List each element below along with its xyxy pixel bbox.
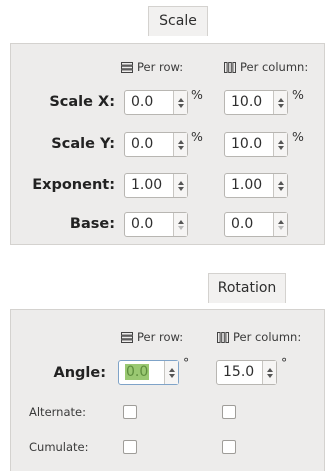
increment-icon[interactable] [177, 139, 184, 144]
rotation-per-column-header: Per column: [217, 330, 301, 344]
scale-x-per-column-unit: % [292, 87, 304, 102]
angle-per-row-value[interactable]: 0.0 [119, 361, 164, 384]
scale-x-per-row-spinbox[interactable]: 0.0 [124, 90, 188, 115]
scale-x-per-row-value[interactable]: 0.0 [125, 91, 173, 114]
increment-icon[interactable] [277, 97, 284, 102]
rotation-panel: Per row: Per column: Angle: 0.0 ° 15.0 °… [10, 309, 325, 471]
scale-y-per-row-unit: % [191, 129, 203, 144]
angle-per-column-spinbox[interactable]: 15.0 [216, 360, 277, 385]
spin-buttons[interactable] [164, 361, 178, 384]
increment-icon[interactable] [277, 139, 284, 144]
tab-scale-label: Scale [159, 13, 197, 29]
spin-buttons[interactable] [262, 361, 276, 384]
scale-y-per-row-spinbox[interactable]: 0.0 [124, 132, 188, 157]
per-column-label: Per column: [233, 330, 302, 344]
spin-buttons[interactable] [273, 213, 287, 236]
scale-x-per-column-value[interactable]: 10.0 [225, 91, 273, 114]
scale-y-per-column-unit: % [292, 129, 304, 144]
scale-y-per-row-value[interactable]: 0.0 [125, 133, 173, 156]
spin-buttons[interactable] [273, 174, 287, 197]
scale-y-label: Scale Y: [51, 136, 115, 152]
spin-buttons[interactable] [173, 174, 187, 197]
scale-per-column-header: Per column: [224, 60, 308, 74]
increment-icon[interactable] [177, 219, 184, 224]
angle-per-row-selected-text[interactable]: 0.0 [125, 364, 150, 380]
increment-icon[interactable] [277, 180, 284, 185]
increment-icon[interactable] [177, 180, 184, 185]
decrement-icon[interactable] [177, 145, 184, 150]
rotation-per-row-header: Per row: [121, 330, 183, 344]
decrement-icon[interactable] [277, 145, 284, 150]
scale-x-label: Scale X: [49, 94, 115, 110]
decrement-icon[interactable] [277, 186, 284, 191]
per-row-label: Per row: [137, 60, 184, 74]
decrement-icon[interactable] [266, 373, 273, 378]
exponent-label: Exponent: [32, 177, 115, 193]
rows-icon [121, 61, 133, 73]
decrement-icon[interactable] [277, 225, 284, 230]
per-column-label: Per column: [240, 60, 309, 74]
scale-x-per-column-spinbox[interactable]: 10.0 [224, 90, 288, 115]
spin-buttons[interactable] [173, 213, 187, 236]
scale-y-per-column-value[interactable]: 10.0 [225, 133, 273, 156]
exponent-per-row-spinbox[interactable]: 1.00 [124, 173, 188, 198]
cumulate-per-column-checkbox[interactable] [222, 440, 236, 454]
exponent-per-column-value[interactable]: 1.00 [225, 174, 273, 197]
columns-icon [224, 61, 236, 73]
base-per-column-value[interactable]: 0.0 [225, 213, 273, 236]
increment-icon[interactable] [177, 97, 184, 102]
cumulate-per-row-checkbox[interactable] [123, 440, 137, 454]
spin-buttons[interactable] [273, 91, 287, 114]
angle-per-column-unit: ° [281, 355, 288, 370]
columns-icon [217, 331, 229, 343]
angle-label: Angle: [53, 365, 106, 381]
alternate-per-row-checkbox[interactable] [123, 405, 137, 419]
increment-icon[interactable] [168, 367, 175, 372]
angle-per-column-value[interactable]: 15.0 [217, 361, 262, 384]
base-per-row-spinbox[interactable]: 0.0 [124, 212, 188, 237]
spin-buttons[interactable] [173, 91, 187, 114]
exponent-per-row-value[interactable]: 1.00 [125, 174, 173, 197]
base-per-column-spinbox[interactable]: 0.0 [224, 212, 288, 237]
scale-y-per-column-spinbox[interactable]: 10.0 [224, 132, 288, 157]
cumulate-label: Cumulate: [29, 440, 89, 454]
exponent-per-column-spinbox[interactable]: 1.00 [224, 173, 288, 198]
tab-scale[interactable]: Scale [148, 6, 208, 36]
angle-per-row-spinbox[interactable]: 0.0 [118, 360, 179, 385]
decrement-icon[interactable] [177, 186, 184, 191]
spin-buttons[interactable] [273, 133, 287, 156]
decrement-icon[interactable] [177, 103, 184, 108]
tab-rotation[interactable]: Rotation [208, 273, 286, 303]
base-per-row-value[interactable]: 0.0 [125, 213, 173, 236]
angle-per-row-unit: ° [183, 355, 190, 370]
spin-buttons[interactable] [173, 133, 187, 156]
tab-rotation-label: Rotation [217, 280, 277, 296]
increment-icon[interactable] [277, 219, 284, 224]
base-label: Base: [69, 216, 115, 232]
decrement-icon[interactable] [277, 103, 284, 108]
increment-icon[interactable] [266, 367, 273, 372]
rows-icon [121, 331, 133, 343]
alternate-per-column-checkbox[interactable] [222, 405, 236, 419]
scale-per-row-header: Per row: [121, 60, 183, 74]
decrement-icon[interactable] [177, 225, 184, 230]
decrement-icon[interactable] [168, 373, 175, 378]
scale-panel: Per row: Per column: Scale X: 0.0 % 10.0… [10, 43, 325, 245]
scale-x-per-row-unit: % [191, 87, 203, 102]
alternate-label: Alternate: [29, 405, 86, 419]
per-row-label: Per row: [137, 330, 184, 344]
